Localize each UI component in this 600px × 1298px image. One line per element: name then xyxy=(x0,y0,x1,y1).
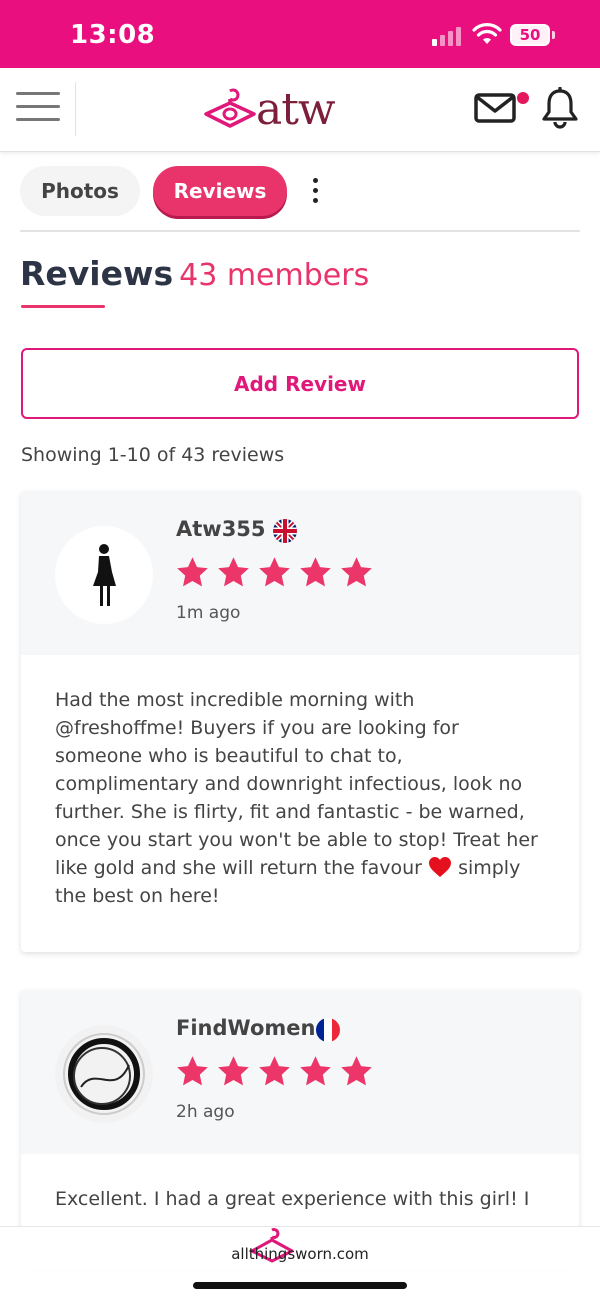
ink-ring-avatar-icon xyxy=(55,1025,153,1123)
reviews-heading: Reviews 43 members xyxy=(20,254,369,293)
star-rating xyxy=(175,1054,380,1090)
avatar[interactable] xyxy=(55,1025,153,1123)
page-url[interactable]: allthingsworn.com xyxy=(0,1245,600,1263)
heading-underline xyxy=(21,305,105,308)
battery-level: 50 xyxy=(519,26,541,44)
star-icon xyxy=(300,557,331,587)
review-card: Atw355 1m ago Had the most incredible mo… xyxy=(21,491,579,952)
star-icon xyxy=(218,557,249,587)
app-header: atw xyxy=(0,68,600,152)
star-icon xyxy=(177,557,208,587)
star-icon xyxy=(259,557,290,587)
cellular-signal-icon xyxy=(432,26,464,46)
browser-bottom-bar: allthingsworn.com xyxy=(0,1226,600,1298)
review-text-part: Excellent. I had a great experience with… xyxy=(55,1188,530,1210)
mail-icon[interactable] xyxy=(474,92,516,124)
home-indicator[interactable] xyxy=(193,1282,407,1289)
star-icon xyxy=(259,1056,290,1086)
bell-icon[interactable] xyxy=(540,87,580,129)
members-count: 43 members xyxy=(179,258,370,293)
tab-photos[interactable]: Photos xyxy=(20,166,140,216)
review-time: 2h ago xyxy=(176,1102,235,1122)
france-flag-icon xyxy=(316,1018,340,1042)
review-time: 1m ago xyxy=(176,603,241,623)
status-bar: 13:08 50 xyxy=(0,0,600,68)
star-icon xyxy=(177,1056,208,1086)
star-icon xyxy=(218,1056,249,1086)
reviews-title: Reviews xyxy=(20,254,174,293)
star-icon xyxy=(341,557,372,587)
uk-flag-icon xyxy=(273,519,297,543)
menu-icon[interactable] xyxy=(16,90,60,124)
more-options-icon[interactable] xyxy=(303,176,327,206)
star-icon xyxy=(300,1056,331,1086)
battery-tip xyxy=(552,31,555,39)
header-divider xyxy=(75,82,76,136)
showing-count-text: Showing 1-10 of 43 reviews xyxy=(21,444,285,466)
tab-reviews[interactable]: Reviews xyxy=(153,166,287,216)
review-card-header: FindWomen 2h ago xyxy=(21,990,579,1154)
reviewer-username[interactable]: FindWomen xyxy=(176,1016,315,1040)
review-text: Had the most incredible morning with @fr… xyxy=(21,655,579,952)
battery-icon: 50 xyxy=(510,24,550,46)
tabs-divider xyxy=(20,230,580,232)
status-time: 13:08 xyxy=(70,20,156,50)
wifi-icon xyxy=(472,23,502,44)
star-icon xyxy=(341,1056,372,1086)
heart-emoji-icon xyxy=(429,857,452,877)
avatar[interactable] xyxy=(55,526,153,624)
review-text-part: Had the most incredible morning with @fr… xyxy=(55,689,538,879)
notification-dot xyxy=(517,92,529,104)
review-card-header: Atw355 1m ago xyxy=(21,491,579,655)
star-rating xyxy=(175,555,380,591)
add-review-button[interactable]: Add Review xyxy=(21,348,579,419)
site-logo[interactable]: atw xyxy=(204,82,354,136)
reviewer-username[interactable]: Atw355 xyxy=(176,517,266,541)
female-silhouette-icon xyxy=(93,544,116,606)
logo-text: atw xyxy=(256,84,336,135)
hanger-logo-icon xyxy=(204,88,256,128)
